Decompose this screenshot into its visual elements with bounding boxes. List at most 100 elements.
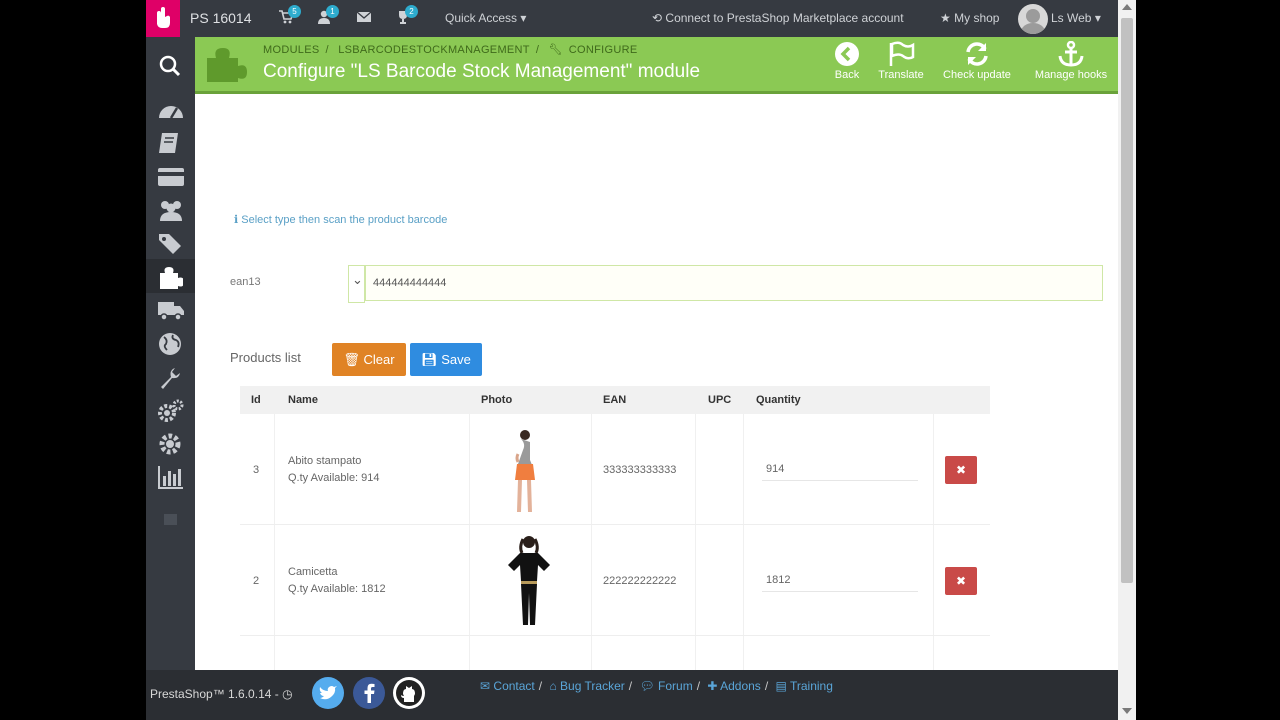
product-name: Abito stampato (288, 455, 362, 467)
table-row: 2 Camicetta Q.ty Available: 1812 2222222… (240, 525, 990, 636)
footer-links: ✉︎ Contact / ⌂ Bug Tracker / 💬︎ Forum / ✚ A… (480, 679, 833, 693)
sidebar-item-catalog[interactable] (146, 126, 195, 160)
scroll-up-arrow[interactable] (1122, 4, 1132, 10)
cart-badge: 5 (288, 5, 301, 18)
manage-hooks-button[interactable]: Manage hooks (1029, 41, 1113, 81)
page-scrollbar[interactable] (1118, 0, 1136, 720)
col-ean: EAN (603, 394, 627, 406)
avatar[interactable] (1018, 4, 1048, 34)
trophy-notification[interactable]: 2 (395, 5, 418, 27)
quick-access-menu[interactable]: Quick Access ▾ (445, 0, 526, 37)
quick-access-label: Quick Access (445, 11, 518, 25)
save-label: Save (441, 352, 471, 367)
footer-link-forum[interactable]: 💬︎ Forum (639, 679, 692, 693)
page-header: MODULES / LSBARCODESTOCKMANAGEMENT / 🔧︎ CON… (195, 37, 1118, 94)
clear-button[interactable]: 🗑︎ Clear (332, 343, 406, 376)
manage-hooks-label: Manage hooks (1034, 69, 1108, 81)
cogs-icon (158, 399, 184, 422)
twitter-link[interactable] (312, 677, 344, 709)
breadcrumb-module[interactable]: LSBARCODESTOCKMANAGEMENT (338, 44, 530, 56)
quantity-input[interactable] (762, 568, 918, 592)
footer-link-bug-tracker[interactable]: ⌂ Bug Tracker (549, 679, 624, 693)
github-icon (396, 680, 422, 706)
footer-link-contact-label: Contact (493, 679, 535, 693)
globe-icon (159, 333, 181, 355)
quantity-input[interactable] (762, 457, 918, 481)
sidebar (146, 37, 195, 720)
customers-notification[interactable]: 1 (316, 5, 339, 27)
col-quantity: Quantity (756, 394, 801, 406)
prestashop-version-text: PrestaShop™ 1.6.0.14 - (150, 687, 279, 701)
footer-link-contact[interactable]: ✉︎ Contact (480, 679, 535, 693)
wrench-icon (161, 368, 180, 389)
check-update-label: Check update (943, 69, 1011, 81)
connect-marketplace-link[interactable]: ⟲ Connect to PrestaShop Marketplace acco… (652, 0, 904, 37)
save-button[interactable]: 💾︎ Save (410, 343, 482, 376)
footer-link-training[interactable]: ▤ Training (776, 679, 833, 693)
sidebar-item-modules[interactable] (146, 259, 195, 293)
sidebar-item-advanced[interactable] (146, 393, 195, 427)
barcode-input[interactable] (365, 265, 1103, 301)
table-header: Id Name Photo EAN UPC Quantity (240, 386, 990, 414)
sidebar-item-orders[interactable] (146, 160, 195, 194)
sidebar-collapse-toggle[interactable] (164, 514, 177, 525)
connect-label: Connect to PrestaShop Marketplace accoun… (665, 11, 904, 25)
barcode-type-select[interactable] (348, 265, 365, 303)
sidebar-item-customers[interactable] (146, 193, 195, 227)
arrow-left-circle-icon (835, 42, 859, 66)
sidebar-item-shipping[interactable] (146, 293, 195, 327)
refresh-icon: ⟲ (652, 11, 663, 25)
scroll-down-arrow[interactable] (1122, 708, 1132, 714)
truck-icon (158, 302, 184, 321)
scan-hint-text: Select type then scan the product barcod… (241, 214, 448, 226)
bar-chart-icon (158, 466, 183, 489)
comments-icon: 💬︎ (639, 679, 655, 693)
prestashop-logo[interactable] (146, 0, 180, 37)
messages-notification[interactable] (356, 9, 374, 27)
products-list-label: Products list (230, 350, 301, 365)
delete-row-button[interactable]: ✖︎ (945, 456, 977, 484)
browser-page: PS 16014 5 1 2 Quick Access ▾ ⟲ Connect … (146, 0, 1136, 720)
page-title: Configure "LS Barcode Stock Management" … (263, 61, 701, 82)
sidebar-item-price-rules[interactable] (146, 226, 195, 260)
user-menu[interactable]: Ls Web ▾ (1051, 0, 1101, 37)
back-button[interactable]: Back (829, 41, 865, 81)
shop-version[interactable]: PS 16014 (190, 0, 252, 37)
cart-notification[interactable]: 5 (278, 5, 301, 27)
wrench-icon: 🔧︎ (548, 44, 563, 56)
footer-link-addons-label: Addons (720, 679, 761, 693)
sidebar-item-dashboard[interactable] (146, 93, 195, 127)
sidebar-item-administration[interactable] (146, 426, 195, 460)
product-available: Q.ty Available: 914 (288, 472, 380, 484)
footer-link-training-label: Training (789, 679, 833, 693)
row-id: 3 (253, 464, 260, 476)
facebook-link[interactable] (353, 677, 385, 709)
github-link[interactable] (393, 677, 425, 709)
check-update-button[interactable]: Check update (938, 41, 1016, 81)
breadcrumb-modules[interactable]: MODULES (263, 44, 320, 56)
my-shop-link[interactable]: ★ My shop (940, 0, 999, 37)
close-icon: ✖︎ (955, 463, 967, 477)
info-icon: ℹ︎ (234, 214, 239, 226)
sidebar-item-preferences[interactable] (146, 360, 195, 394)
sidebar-item-stats[interactable] (146, 459, 195, 493)
translate-button[interactable]: Translate (873, 41, 929, 81)
caret-down-icon: ▾ (1094, 11, 1101, 25)
top-navbar: PS 16014 5 1 2 Quick Access ▾ ⟲ Connect … (146, 0, 1118, 37)
delete-row-button[interactable]: ✖︎ (945, 567, 977, 595)
refresh-icon (966, 42, 988, 66)
sidebar-item-search[interactable] (146, 48, 195, 82)
tags-icon (159, 234, 181, 254)
users-icon (160, 201, 182, 221)
gear-icon (159, 433, 181, 455)
star-icon: ★ (940, 11, 951, 25)
clear-label: Clear (363, 352, 395, 367)
col-id: Id (251, 394, 261, 406)
scroll-thumb[interactable] (1121, 18, 1133, 583)
col-photo: Photo (481, 394, 513, 406)
footer-link-addons[interactable]: ✚ Addons (707, 679, 760, 693)
sidebar-item-localization[interactable] (146, 326, 195, 360)
footer-link-forum-label: Forum (658, 679, 693, 693)
twitter-icon (319, 686, 337, 700)
puzzle-icon: ✚ (707, 679, 718, 693)
